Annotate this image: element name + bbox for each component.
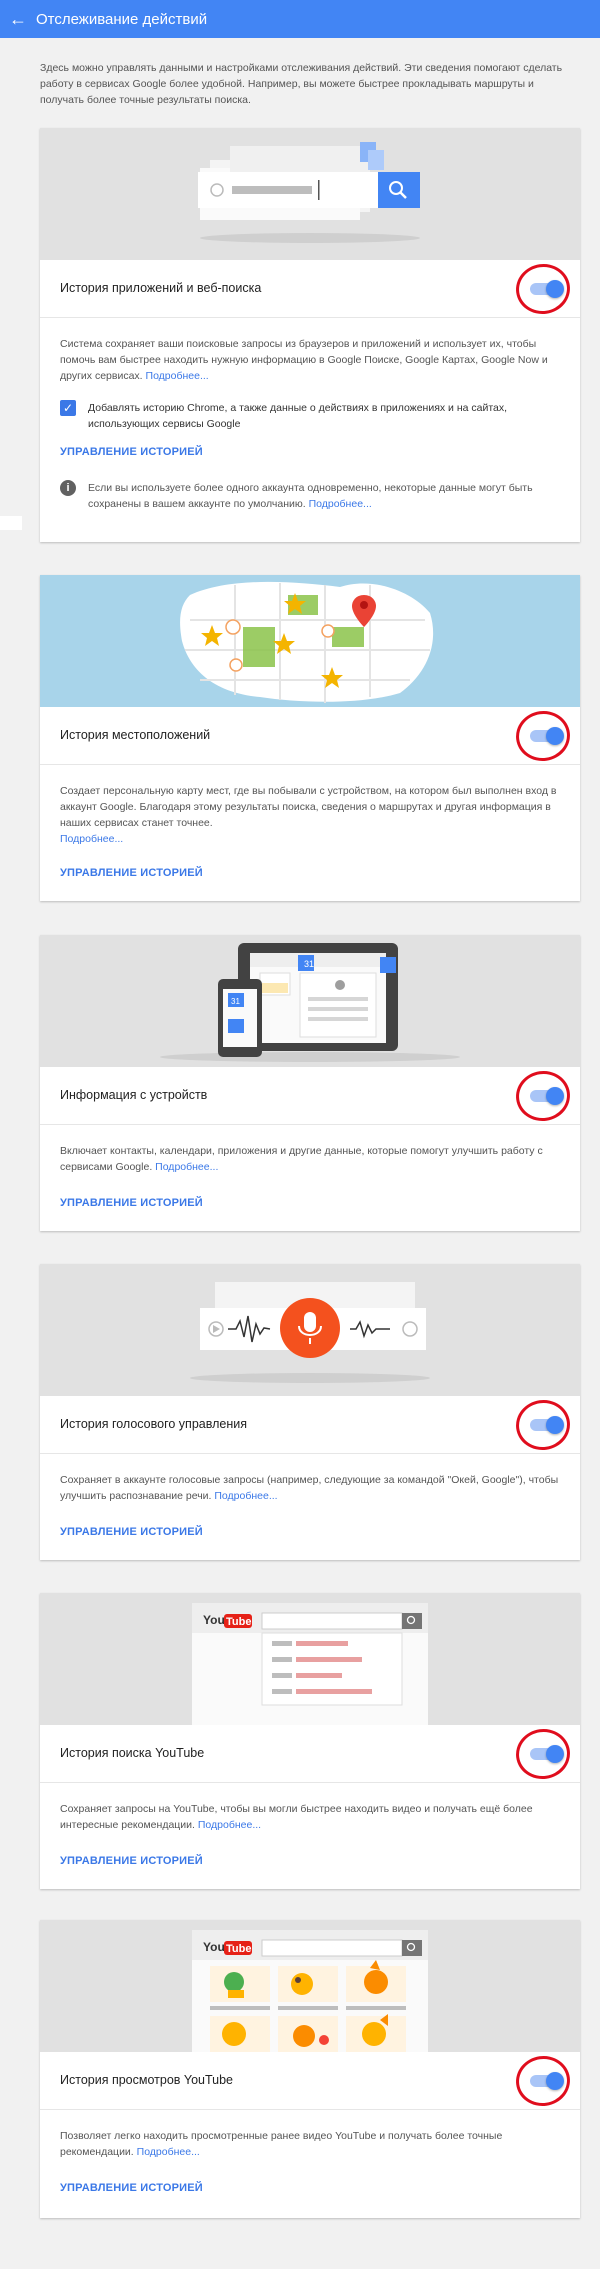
setting-row: История просмотров YouTube [40,2052,580,2110]
card-device-info: 31 31 Информация с устройств Включает ко… [40,935,580,1231]
checkbox-label: Добавлять историю Chrome, а также данные… [88,402,508,430]
devices-illustration: 31 31 [160,943,460,1062]
youtube-search-illustration: You Tube [192,1603,428,1725]
youtube-logo-tube: Tube [226,1616,251,1628]
card-location-history: История местоположений Создает персональ… [40,575,580,901]
setting-row: История голосового управления [40,1396,580,1454]
info-more-link[interactable]: Подробнее... [309,498,372,510]
description-text: Сохраняет запросы на YouTube, чтобы вы м… [60,1803,533,1831]
more-link[interactable]: Подробнее... [146,370,209,382]
highlight-circle [512,2052,574,2110]
setting-row: История приложений и веб-поиска [40,260,580,318]
youtube-watch-illustration: You Tube [192,1930,428,2052]
setting-row: История местоположений [40,707,580,765]
setting-title: Информация с устройств [60,1088,208,1102]
setting-row: История поиска YouTube [40,1725,580,1783]
manage-history-link[interactable]: УПРАВЛЕНИЕ ИСТОРИЕЙ [60,446,203,458]
more-link[interactable]: Подробнее... [198,1819,261,1831]
hero-illustration: 31 31 [40,935,580,1067]
manage-history-link[interactable]: УПРАВЛЕНИЕ ИСТОРИЕЙ [60,1526,203,1538]
hero-illustration [40,128,580,260]
calendar-badge-small-text: 31 [231,997,240,1006]
youtube-logo-tube: Tube [226,1943,251,1955]
arrow-left-icon: ← [9,8,27,29]
more-link[interactable]: Подробнее... [214,1490,277,1502]
card-voice-history: История голосового управления Сохраняет … [40,1264,580,1560]
manage-history-link[interactable]: УПРАВЛЕНИЕ ИСТОРИЕЙ [60,1197,203,1209]
youtube-logo-text: You [203,1940,225,1954]
setting-description: Система сохраняет ваши поисковые запросы… [60,336,560,384]
hero-illustration: You Tube [40,1920,580,2052]
setting-title: История местоположений [60,728,211,742]
manage-history-link[interactable]: УПРАВЛЕНИЕ ИСТОРИЕЙ [60,2182,203,2194]
card-youtube-watch-history: You Tube История просмотров YouTube Позв… [40,1920,580,2218]
highlight-circle [512,1725,574,1783]
setting-title: История поиска YouTube [60,1746,205,1760]
card-web-app-history: История приложений и веб-поиска Система … [40,128,580,542]
description-text: Позволяет легко находить просмотренные р… [60,2130,503,2158]
app-bar: ← Отслеживание действий [0,0,600,38]
voice-illustration [190,1282,430,1383]
setting-description: Сохраняет в аккаунте голосовые запросы (… [60,1472,560,1504]
manage-history-link[interactable]: УПРАВЛЕНИЕ ИСТОРИЕЙ [60,1855,203,1867]
more-link[interactable]: Подробнее... [155,1161,218,1173]
chrome-history-checkbox[interactable]: ✓ [60,400,76,416]
info-note: Если вы используете более одного аккаунт… [88,480,558,512]
highlight-circle [512,1067,574,1125]
card-youtube-search-history: You Tube История поиска YouTube Сохраняе… [40,1593,580,1889]
back-button[interactable]: ← [0,0,36,38]
map-illustration [180,581,434,703]
setting-title: История голосового управления [60,1417,247,1431]
more-link[interactable]: Подробнее... [60,833,123,845]
info-icon: i [60,480,76,496]
youtube-logo-text: You [203,1613,225,1627]
description-text: Создает персональную карту мест, где вы … [60,785,557,829]
check-icon: ✓ [62,401,74,415]
calendar-badge-text: 31 [304,959,314,969]
highlight-circle [512,1396,574,1454]
page-title: Отслеживание действий [36,10,208,28]
intro-text: Здесь можно управлять данными и настройк… [40,62,563,106]
setting-description: Включает контакты, календари, приложения… [60,1143,560,1175]
description-text: Включает контакты, календари, приложения… [60,1145,543,1173]
setting-title: История приложений и веб-поиска [60,281,262,295]
hero-illustration [40,575,580,707]
setting-description: Позволяет легко находить просмотренные р… [60,2128,560,2160]
hero-illustration [40,1264,580,1396]
description-text: Система сохраняет ваши поисковые запросы… [60,338,548,382]
more-link[interactable]: Подробнее... [137,2146,200,2158]
manage-history-link[interactable]: УПРАВЛЕНИЕ ИСТОРИЕЙ [60,867,203,879]
search-illustration [198,142,420,243]
hero-illustration: You Tube [40,1593,580,1725]
description-text: Сохраняет в аккаунте голосовые запросы (… [60,1474,559,1502]
highlight-circle [512,707,574,765]
setting-description: Создает персональную карту мест, где вы … [60,783,560,847]
setting-description: Сохраняет запросы на YouTube, чтобы вы м… [60,1801,560,1833]
highlight-circle [512,260,574,318]
side-marker [0,516,22,530]
setting-title: История просмотров YouTube [60,2073,234,2087]
setting-row: Информация с устройств [40,1067,580,1125]
